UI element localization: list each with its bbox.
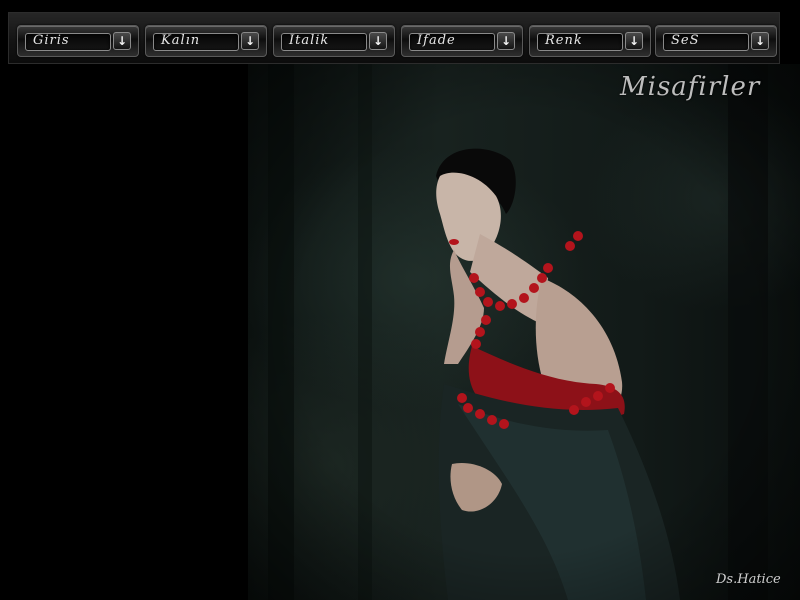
down-arrow-icon[interactable]: ↓ xyxy=(369,32,387,50)
down-arrow-icon[interactable]: ↓ xyxy=(241,32,259,50)
format-toolbar: Giris ↓ Kalın ↓ Italik ↓ Ifade ↓ Renk ↓ … xyxy=(8,12,780,64)
guestbook-page: Giris ↓ Kalın ↓ Italik ↓ Ifade ↓ Renk ↓ … xyxy=(0,0,800,600)
button-label-slot: SeS xyxy=(663,33,749,51)
button-label-slot: Giris xyxy=(25,33,111,51)
button-label-slot: Kalın xyxy=(153,33,239,51)
down-arrow-icon[interactable]: ↓ xyxy=(497,32,515,50)
down-arrow-icon[interactable]: ↓ xyxy=(113,32,131,50)
designer-signature: Ds.Hatice xyxy=(716,572,781,587)
down-arrow-icon[interactable]: ↓ xyxy=(751,32,769,50)
woman-portrait-photo xyxy=(248,64,800,600)
italik-button[interactable]: Italik ↓ xyxy=(273,25,395,57)
button-label: Ifade xyxy=(417,33,456,48)
renk-button[interactable]: Renk ↓ xyxy=(529,25,651,57)
page-title: Misafirler xyxy=(620,72,761,102)
button-label: Italik xyxy=(289,33,330,48)
giris-button[interactable]: Giris ↓ xyxy=(17,25,139,57)
button-label-slot: Italik xyxy=(281,33,367,51)
kalin-button[interactable]: Kalın ↓ xyxy=(145,25,267,57)
down-arrow-icon[interactable]: ↓ xyxy=(625,32,643,50)
portrait-illustration xyxy=(248,64,800,600)
button-label: Kalın xyxy=(161,33,201,48)
button-label: SeS xyxy=(671,33,700,48)
button-label: Renk xyxy=(545,33,583,48)
ifade-button[interactable]: Ifade ↓ xyxy=(401,25,523,57)
button-label-slot: Ifade xyxy=(409,33,495,51)
ses-button[interactable]: SeS ↓ xyxy=(655,25,777,57)
button-label: Giris xyxy=(33,33,70,48)
button-label-slot: Renk xyxy=(537,33,623,51)
